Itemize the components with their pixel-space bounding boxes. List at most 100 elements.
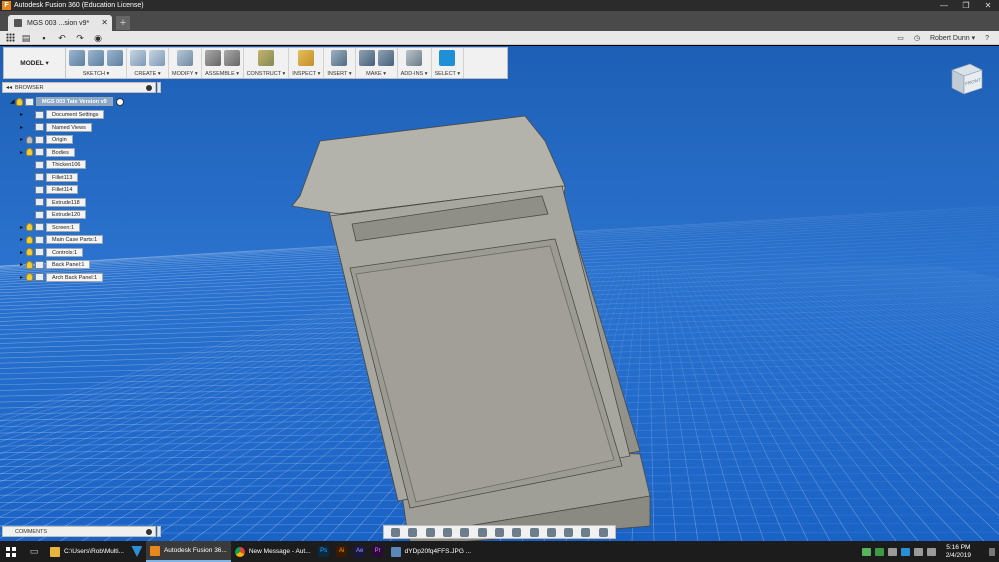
close-tab-button[interactable]: ✕ xyxy=(101,18,108,27)
assemble-menu[interactable]: ASSEMBLE ▾ xyxy=(205,71,239,77)
display-settings-icon[interactable] xyxy=(477,527,487,537)
tree-item[interactable]: ▸ Main Case Parts:1 xyxy=(20,235,104,244)
tree-item-label[interactable]: Back Panel:1 xyxy=(46,260,91,269)
tree-item-label[interactable]: Extrude118 xyxy=(46,197,86,207)
tree-item-label[interactable]: Fillet114 xyxy=(46,185,79,194)
job-status-icon[interactable]: ◉ xyxy=(91,32,105,44)
add-ins-menu[interactable]: ADD-INS ▾ xyxy=(401,71,428,77)
taskbar-app-vivaldi[interactable] xyxy=(128,541,146,562)
activate-target-icon[interactable] xyxy=(115,97,124,106)
visibility-bulb-icon[interactable] xyxy=(26,135,33,144)
revolve-icon[interactable] xyxy=(149,50,165,66)
create-menu[interactable]: CREATE ▾ xyxy=(134,71,160,77)
tree-item[interactable]: Fillet113 xyxy=(20,172,79,182)
taskbar-fusion[interactable]: Autodesk Fusion 36... xyxy=(145,541,231,562)
task-view-icon[interactable]: ▭ xyxy=(22,546,46,557)
sketch-menu[interactable]: SKETCH ▾ xyxy=(83,71,110,77)
fit-icon[interactable] xyxy=(460,527,470,537)
tree-item-label[interactable]: Document Settings xyxy=(46,110,105,119)
visibility-bulb-icon[interactable] xyxy=(26,273,33,281)
comments-panel[interactable]: COMMENTS xyxy=(2,526,161,537)
tree-item-label[interactable]: Origin xyxy=(46,135,73,144)
render-mode-icon-3[interactable] xyxy=(564,527,574,537)
tree-item[interactable]: ▸ Bodies xyxy=(20,147,75,157)
select-group[interactable]: SELECT ▾ xyxy=(432,48,465,78)
render-mode-icon-1[interactable] xyxy=(529,527,539,537)
3d-print-icon[interactable] xyxy=(358,50,375,66)
notification-icon[interactable] xyxy=(989,547,995,556)
panel-pin-handle[interactable] xyxy=(157,82,161,93)
select-icon[interactable] xyxy=(439,50,456,66)
data-panel-grid-icon[interactable] xyxy=(6,33,15,42)
tree-item[interactable]: ▸ Document Settings xyxy=(20,110,105,119)
grid-settings-icon[interactable] xyxy=(494,527,504,537)
tree-item[interactable]: ▸ Named Views xyxy=(20,122,92,132)
create-group[interactable]: CREATE ▾ xyxy=(127,48,169,78)
taskbar-app-photoshop[interactable]: Ps xyxy=(315,541,333,562)
maximize-button[interactable]: ❐ xyxy=(955,0,977,11)
new-tab-button[interactable]: + xyxy=(116,16,130,30)
comments-pin-handle[interactable] xyxy=(157,526,161,537)
system-clock[interactable]: 5:16 PM 2/4/2019 xyxy=(946,544,971,560)
visibility-bulb-icon[interactable] xyxy=(16,97,23,106)
view-cube[interactable]: FRONT xyxy=(946,58,986,100)
taskbar-app-premiere[interactable]: Pr xyxy=(369,541,387,562)
add-ins-group[interactable]: ADD-INS ▾ xyxy=(398,48,432,78)
tree-item[interactable]: Extrude120 xyxy=(20,210,87,219)
tree-item[interactable]: Thicken106 xyxy=(20,160,87,169)
measure-icon[interactable] xyxy=(298,50,315,66)
taskbar-chrome[interactable]: New Message - Aut... xyxy=(231,541,315,562)
select-menu[interactable]: SELECT ▾ xyxy=(435,71,461,77)
tree-item[interactable]: Extrude118 xyxy=(20,197,86,207)
joint-icon[interactable] xyxy=(223,50,240,66)
sketch-group[interactable]: SKETCH ▾ xyxy=(66,48,127,78)
render-mode-icon-2[interactable] xyxy=(546,527,556,537)
save-icon[interactable]: ▪ xyxy=(37,32,51,44)
visibility-bulb-icon[interactable] xyxy=(26,260,33,269)
visibility-bulb-icon[interactable] xyxy=(26,248,33,256)
workspace-switcher[interactable]: MODEL ▾ xyxy=(4,48,66,78)
insert-group[interactable]: INSERT ▾ xyxy=(324,48,356,78)
tree-item[interactable]: ▸ Arch Back Panel:1 xyxy=(20,272,104,282)
redo-icon[interactable]: ↷ xyxy=(73,32,87,44)
look-at-icon[interactable] xyxy=(408,527,418,537)
tree-item[interactable]: ▸ Controls:1 xyxy=(20,247,84,257)
inspect-menu[interactable]: INSPECT ▾ xyxy=(292,71,320,77)
new-component-icon[interactable] xyxy=(204,50,221,66)
visibility-bulb-icon[interactable] xyxy=(26,148,33,156)
insert-image-icon[interactable] xyxy=(331,50,348,66)
make-group[interactable]: MAKE ▾ xyxy=(356,48,398,78)
collapse-panel-icon[interactable]: ◂◂ xyxy=(6,84,12,91)
extrude-icon[interactable] xyxy=(130,50,146,66)
tree-root-label[interactable]: MGS 003 Tate Version v9 xyxy=(36,97,113,106)
tree-item-label[interactable]: Fillet113 xyxy=(46,172,79,182)
browser-panel-header[interactable]: ◂◂ BROWSER xyxy=(2,82,161,93)
file-menu-icon[interactable]: ▤ xyxy=(19,32,33,44)
create-sketch-icon[interactable] xyxy=(69,50,85,66)
panel-options-icon[interactable] xyxy=(146,85,152,91)
tray-app-icon-4[interactable] xyxy=(900,547,910,556)
taskbar-explorer[interactable]: C:\Users\Rob\Multi... xyxy=(46,541,128,562)
expand-arrow-icon[interactable]: ▸ xyxy=(20,124,26,131)
comments-options-icon[interactable] xyxy=(146,529,152,535)
tree-item[interactable]: ▸ Back Panel:1 xyxy=(20,260,91,269)
tree-item-label[interactable]: Thicken106 xyxy=(46,160,87,169)
make-menu[interactable]: MAKE ▾ xyxy=(366,71,386,77)
modify-menu[interactable]: MODIFY ▾ xyxy=(172,71,198,77)
construct-group[interactable]: CONSTRUCT ▾ xyxy=(244,48,290,78)
tree-item-label[interactable]: Extrude120 xyxy=(46,210,87,219)
tree-item-label[interactable]: Bodies xyxy=(46,147,75,157)
viewports-icon[interactable] xyxy=(512,527,522,537)
offset-plane-icon[interactable] xyxy=(257,50,274,66)
press-pull-icon[interactable] xyxy=(176,50,193,66)
scripts-icon[interactable] xyxy=(406,50,423,66)
start-button[interactable] xyxy=(0,541,22,562)
close-window-button[interactable]: ✕ xyxy=(977,0,999,11)
tray-app-icon-2[interactable] xyxy=(874,547,884,556)
network-icon[interactable] xyxy=(913,547,923,556)
orbit-icon[interactable] xyxy=(391,527,401,537)
sketch-rectangle-icon[interactable] xyxy=(107,50,123,66)
tray-app-icon-3[interactable] xyxy=(887,547,897,556)
tree-item[interactable]: Fillet114 xyxy=(20,185,79,194)
taskbar-app-after-effects[interactable]: Ae xyxy=(351,541,369,562)
